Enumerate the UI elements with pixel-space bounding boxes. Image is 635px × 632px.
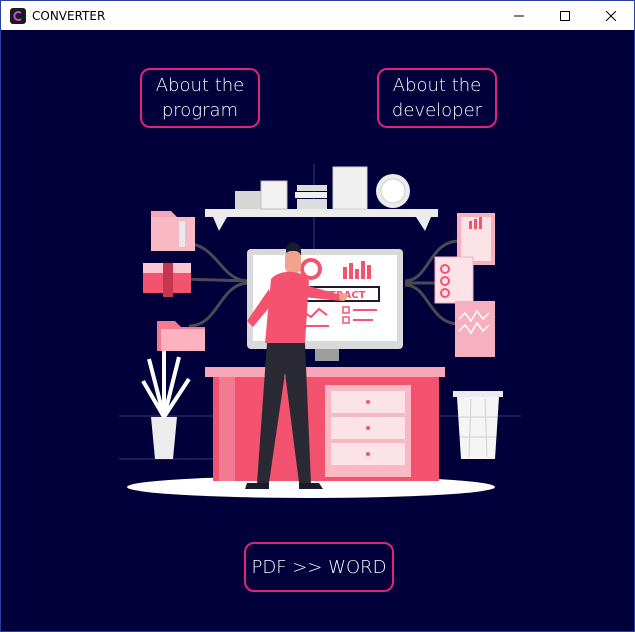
plant xyxy=(141,351,191,459)
about-developer-line2: developer xyxy=(391,100,483,121)
app-window: CONVERTER About the program About the de… xyxy=(0,0,635,632)
about-program-button[interactable]: About the program xyxy=(140,68,260,128)
minimize-button[interactable] xyxy=(496,1,542,30)
trash-bin xyxy=(453,391,503,459)
left-icons xyxy=(143,211,205,351)
desk xyxy=(205,367,445,481)
app-logo-icon xyxy=(10,7,26,24)
window-title: CONVERTER xyxy=(32,8,106,23)
about-developer-line1: About the xyxy=(392,75,482,96)
about-developer-button[interactable]: About the developer xyxy=(377,68,497,128)
shelf xyxy=(205,166,438,231)
close-button[interactable] xyxy=(588,1,634,30)
right-documents xyxy=(434,213,495,357)
minimize-icon xyxy=(514,15,524,16)
convert-pdf-to-word-button[interactable]: PDF >> WORD xyxy=(244,542,394,592)
about-program-line2: program xyxy=(161,100,239,121)
maximize-icon xyxy=(560,10,570,21)
about-program-line1: About the xyxy=(155,75,245,96)
maximize-button[interactable] xyxy=(542,1,588,30)
office-illustration: EXTRACT xyxy=(119,164,521,498)
title-bar: CONVERTER xyxy=(1,1,634,30)
convert-button-label: PDF >> WORD xyxy=(251,556,387,578)
window-controls xyxy=(496,1,634,30)
close-icon xyxy=(606,10,616,21)
